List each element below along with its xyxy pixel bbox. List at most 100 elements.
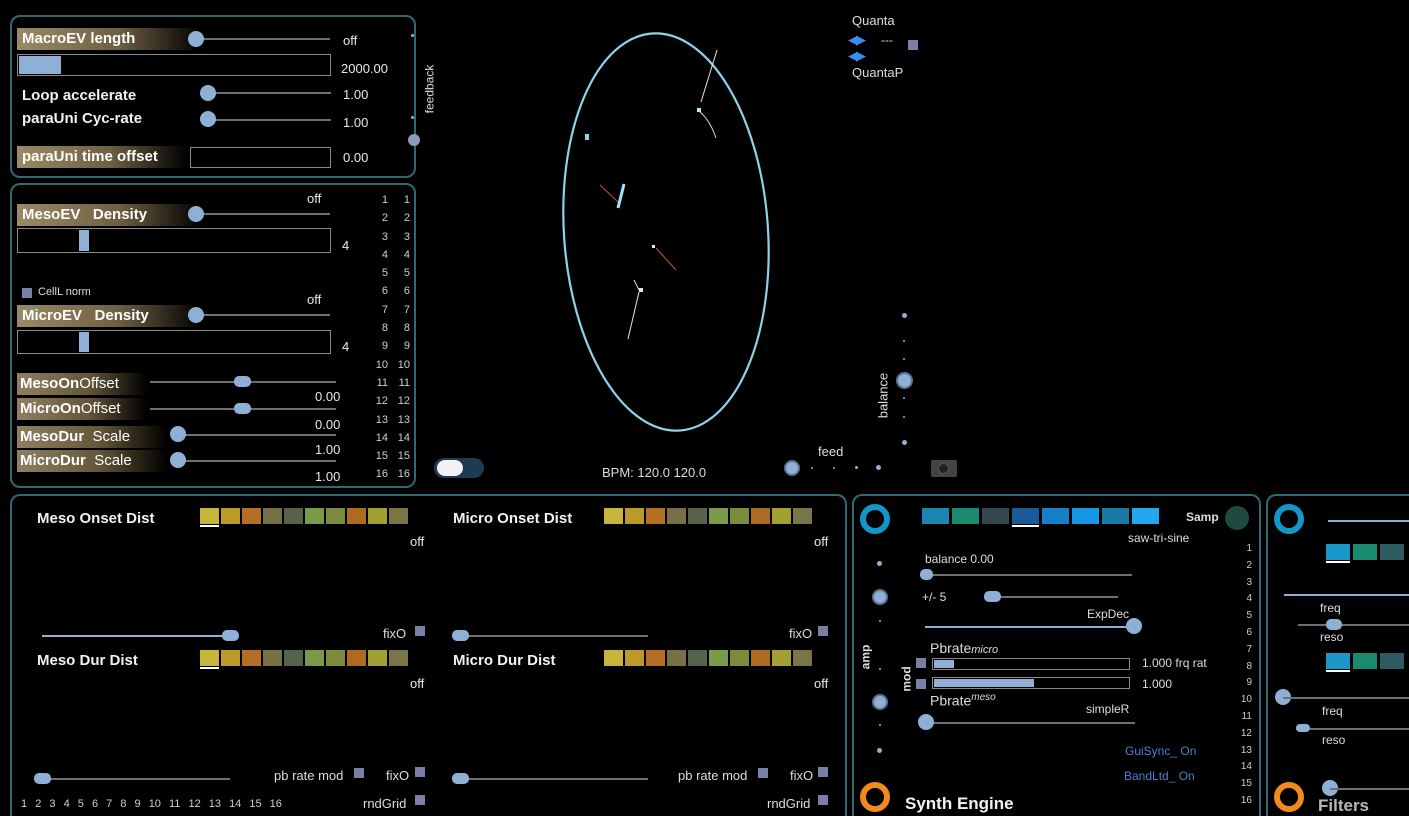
palette-swatch[interactable] bbox=[688, 650, 707, 666]
micro-dur-palette[interactable] bbox=[604, 650, 812, 666]
meso-onset-slider[interactable] bbox=[222, 630, 239, 641]
pbrate-micro-checkbox[interactable] bbox=[916, 658, 926, 668]
palette-swatch[interactable] bbox=[1353, 544, 1377, 560]
macroev-length-slider[interactable] bbox=[188, 31, 204, 47]
synth-mode-ring-icon[interactable] bbox=[860, 504, 890, 534]
synth-balance-slider[interactable] bbox=[920, 569, 933, 580]
palette-swatch[interactable] bbox=[389, 650, 408, 666]
palette-swatch[interactable] bbox=[793, 508, 812, 524]
feed-dot[interactable] bbox=[855, 466, 858, 469]
quanta-checkbox[interactable] bbox=[908, 40, 918, 50]
amp-dot[interactable] bbox=[877, 748, 882, 753]
balance-dot[interactable] bbox=[903, 416, 905, 418]
palette-swatch[interactable] bbox=[242, 508, 261, 524]
time-offset-field[interactable] bbox=[190, 147, 331, 168]
filters-palette-a[interactable] bbox=[1326, 544, 1404, 563]
amp-dot[interactable] bbox=[879, 668, 881, 670]
palette-swatch[interactable] bbox=[221, 508, 240, 524]
mesoon-offset-slider[interactable] bbox=[234, 376, 251, 387]
palette-swatch[interactable] bbox=[305, 508, 324, 524]
palette-swatch[interactable] bbox=[772, 650, 791, 666]
palette-swatch[interactable] bbox=[1326, 653, 1350, 672]
meso-dur-palette[interactable] bbox=[200, 650, 408, 669]
simpler-knob[interactable] bbox=[918, 714, 934, 730]
feed-dot[interactable] bbox=[811, 467, 813, 469]
palette-swatch[interactable] bbox=[751, 650, 770, 666]
palette-swatch[interactable] bbox=[347, 508, 366, 524]
filters-mode-ring-icon[interactable] bbox=[1274, 504, 1304, 534]
palette-swatch[interactable] bbox=[368, 650, 387, 666]
cycrate-slider[interactable] bbox=[200, 111, 216, 127]
palette-swatch[interactable] bbox=[1380, 544, 1404, 560]
palette-swatch[interactable] bbox=[751, 508, 770, 524]
amp-dot[interactable] bbox=[879, 620, 881, 622]
microev-density-bar[interactable] bbox=[17, 330, 331, 354]
microev-density-slider[interactable] bbox=[188, 307, 204, 323]
guisync-toggle[interactable]: GuiSync_ On bbox=[1125, 744, 1196, 758]
amp-knob-bottom[interactable] bbox=[872, 694, 888, 710]
palette-swatch[interactable] bbox=[305, 650, 324, 666]
micro-fixo2-checkbox[interactable] bbox=[818, 767, 828, 777]
palette-swatch[interactable] bbox=[667, 650, 686, 666]
amp-knob-top[interactable] bbox=[872, 589, 888, 605]
meso-rndgrid-checkbox[interactable] bbox=[415, 795, 425, 805]
samp-button[interactable] bbox=[1225, 506, 1249, 530]
amp-dot[interactable] bbox=[877, 561, 882, 566]
feed-dot[interactable] bbox=[833, 467, 835, 469]
loop-accelerate-slider[interactable] bbox=[200, 85, 216, 101]
synth-engine-ring-icon[interactable] bbox=[860, 782, 890, 812]
filters-ring-icon[interactable] bbox=[1274, 782, 1304, 812]
pbrate-meso-bar[interactable] bbox=[932, 677, 1130, 689]
palette-swatch[interactable] bbox=[1042, 508, 1069, 524]
pbrate-micro-bar[interactable] bbox=[932, 658, 1130, 670]
palette-swatch[interactable] bbox=[1102, 508, 1129, 524]
palette-swatch[interactable] bbox=[263, 508, 282, 524]
feedback-knob[interactable] bbox=[408, 134, 420, 146]
palette-swatch[interactable] bbox=[625, 650, 644, 666]
palette-swatch[interactable] bbox=[221, 650, 240, 666]
micro-onset-palette[interactable] bbox=[604, 508, 812, 524]
palette-swatch[interactable] bbox=[389, 508, 408, 524]
palette-swatch[interactable] bbox=[625, 508, 644, 524]
micro-pbrate-checkbox[interactable] bbox=[758, 768, 768, 778]
palette-swatch[interactable] bbox=[1380, 653, 1404, 669]
meso-onset-palette[interactable] bbox=[200, 508, 408, 527]
balance-dot[interactable] bbox=[903, 358, 905, 360]
filters-reso-slider-b[interactable] bbox=[1296, 724, 1310, 732]
palette-swatch[interactable] bbox=[709, 650, 728, 666]
balance-dot[interactable] bbox=[903, 340, 905, 342]
palette-swatch[interactable] bbox=[326, 650, 345, 666]
balance-knob[interactable] bbox=[896, 372, 913, 389]
mesodur-scale-slider[interactable] bbox=[170, 426, 186, 442]
palette-swatch[interactable] bbox=[793, 650, 812, 666]
palette-swatch[interactable] bbox=[1326, 544, 1350, 563]
bandltd-toggle[interactable]: BandLtd_ On bbox=[1124, 769, 1195, 783]
feedback-dot[interactable] bbox=[411, 34, 414, 37]
balance-dot[interactable] bbox=[902, 440, 907, 445]
feed-knob[interactable] bbox=[784, 460, 800, 476]
palette-swatch[interactable] bbox=[1353, 653, 1377, 669]
microon-offset-slider[interactable] bbox=[234, 403, 251, 414]
meso-pbrate-checkbox[interactable] bbox=[354, 768, 364, 778]
palette-swatch[interactable] bbox=[646, 508, 665, 524]
meso-fixo2-checkbox[interactable] bbox=[415, 767, 425, 777]
palette-swatch[interactable] bbox=[263, 650, 282, 666]
palette-swatch[interactable] bbox=[604, 508, 623, 524]
expdec-knob[interactable] bbox=[1126, 618, 1142, 634]
palette-swatch[interactable] bbox=[709, 508, 728, 524]
palette-swatch[interactable] bbox=[982, 508, 1009, 524]
micro-dur-slider[interactable] bbox=[452, 773, 469, 784]
palette-swatch[interactable] bbox=[688, 508, 707, 524]
palette-swatch[interactable] bbox=[604, 650, 623, 666]
microdur-scale-slider[interactable] bbox=[170, 452, 186, 468]
meso-fixo-checkbox[interactable] bbox=[415, 626, 425, 636]
micro-rndgrid-checkbox[interactable] bbox=[818, 795, 828, 805]
synth-palette[interactable] bbox=[922, 508, 1159, 527]
palette-swatch[interactable] bbox=[347, 650, 366, 666]
palette-swatch[interactable] bbox=[368, 508, 387, 524]
palette-swatch[interactable] bbox=[646, 650, 665, 666]
filters-reso-slider-a[interactable] bbox=[1326, 619, 1342, 630]
plusminus-slider[interactable] bbox=[984, 591, 1001, 602]
palette-swatch[interactable] bbox=[284, 508, 303, 524]
feed-dot[interactable] bbox=[876, 465, 881, 470]
